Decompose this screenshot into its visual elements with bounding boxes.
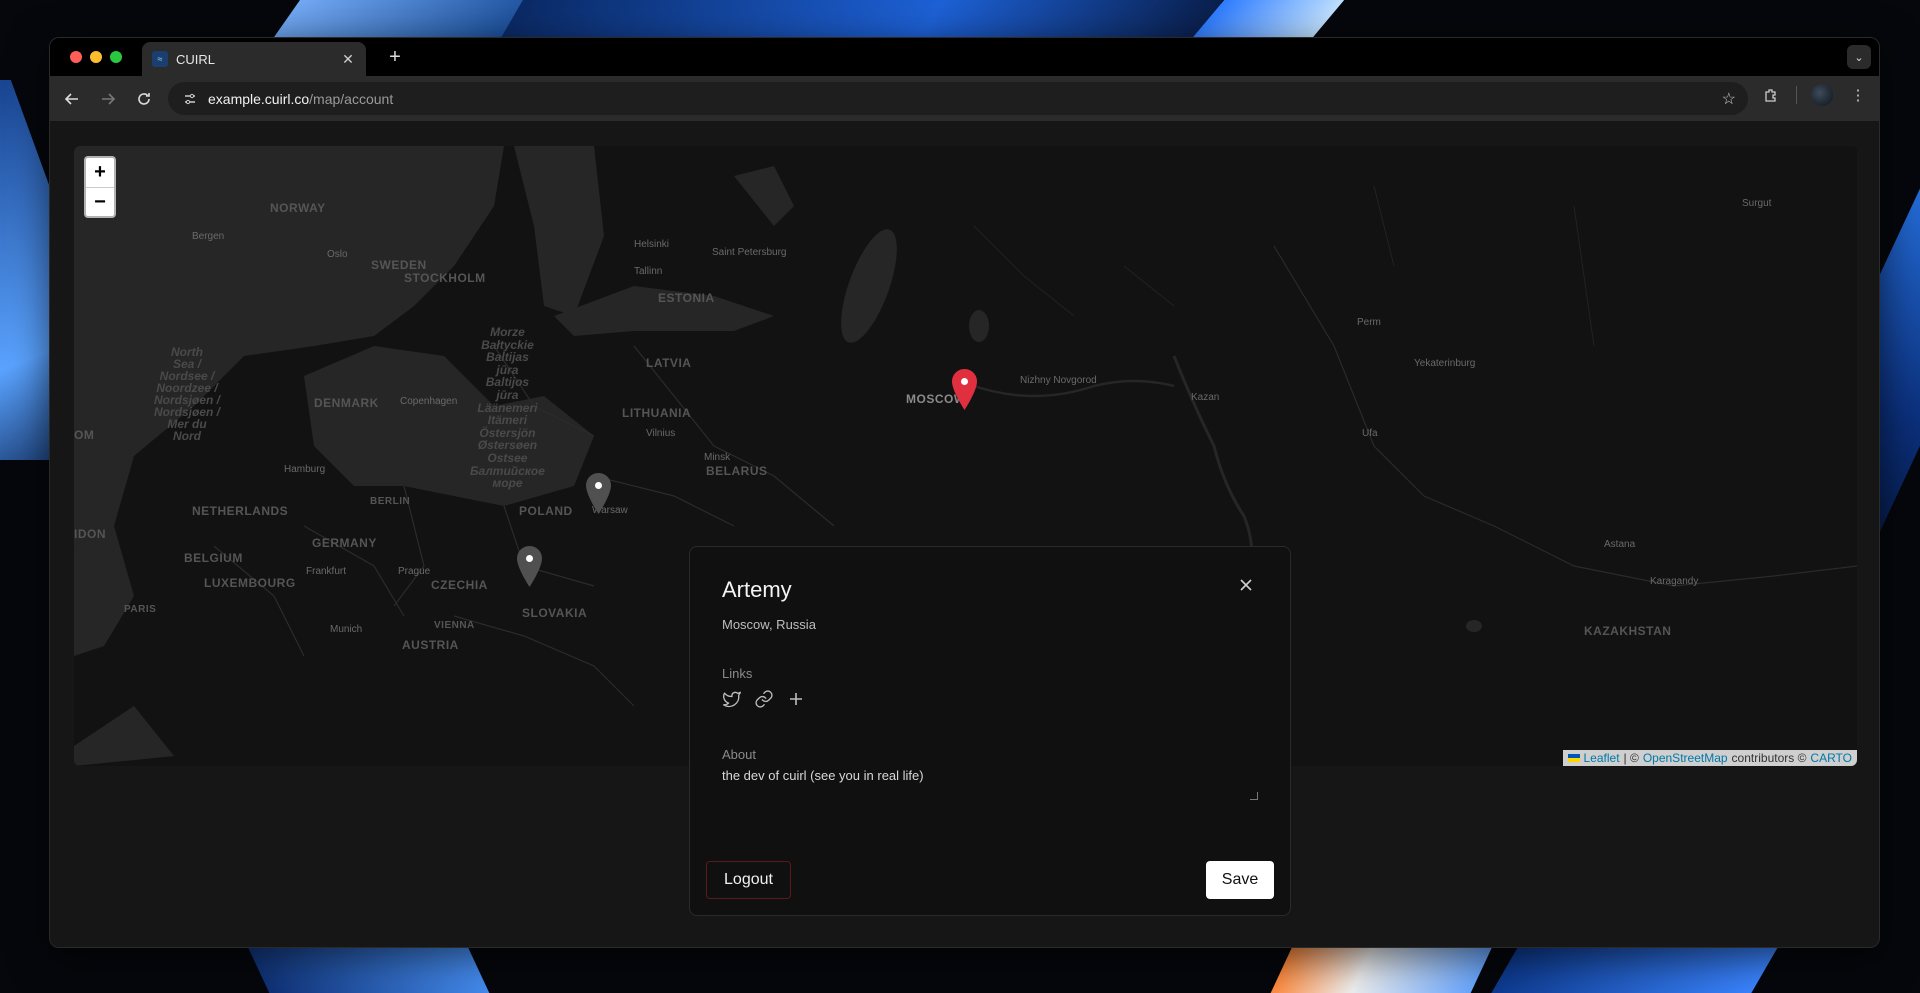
map-label: BELARUS [706,464,768,478]
map-label: CZECHIA [431,578,488,592]
back-arrow-icon[interactable] [58,85,86,113]
more-menu-icon[interactable]: ⋮ [1847,84,1869,106]
profile-location: Moscow, Russia [722,617,816,632]
map-label: LITHUANIA [622,406,692,420]
logout-button[interactable]: Logout [706,861,791,899]
save-button[interactable]: Save [1206,861,1274,899]
browser-tab[interactable]: ≈ CUIRL ✕ [142,42,366,76]
map-label: LUXEMBOURG [204,576,296,590]
add-link-plus-icon[interactable] [786,689,806,709]
zoom-in-button[interactable]: + [86,158,114,187]
map-label: STOCKHOLM [404,271,486,285]
map-label: Astana [1604,539,1636,550]
new-tab-button[interactable]: + [384,46,406,68]
map-label: Surgut [1742,198,1772,209]
tab-search-chevron-icon[interactable]: ⌄ [1847,45,1871,69]
maximize-window-button[interactable] [110,51,122,63]
map-label: ESTONIA [658,291,715,305]
map-attribution: Leaflet | © OpenStreetMap contributors ©… [1562,750,1857,766]
map-label: SLOVAKIA [522,606,588,620]
url-host: example.cuirl.co [208,90,310,107]
site-favicon-icon: ≈ [152,51,168,67]
forward-arrow-icon[interactable] [94,85,122,113]
map-label: Copenhagen [400,396,458,407]
twitter-icon[interactable] [722,689,742,709]
reload-icon[interactable] [130,85,158,113]
zoom-control: + − [84,156,116,218]
map-label: BERLIN [370,496,411,507]
window-controls [70,51,122,63]
map-label: LATVIA [646,356,692,370]
map-label: GERMANY [312,536,377,550]
map-label: Perm [1357,317,1381,328]
map-label: Yekaterinburg [1414,358,1476,369]
tab-bar: ≈ CUIRL ✕ + ⌄ [50,38,1879,76]
openstreetmap-link[interactable]: OpenStreetMap [1643,751,1728,765]
map-label: Oslo [327,249,348,260]
map-marker[interactable] [517,546,542,587]
ukraine-flag-icon [1567,754,1580,762]
browser-window: ≈ CUIRL ✕ + ⌄ example.cuirl.co /map/acco… [49,37,1880,948]
close-window-button[interactable] [70,51,82,63]
link-icon[interactable] [754,689,774,709]
map-label: OM [74,428,95,442]
map-label: Tallinn [634,266,663,277]
map-label: Hamburg [284,464,326,475]
map-label: NORWAY [270,201,326,215]
close-tab-icon[interactable]: ✕ [340,51,356,67]
map-label: KAZAKHSTAN [1584,624,1672,638]
map-label: Frankfurt [306,566,347,577]
about-label: About [722,747,756,762]
map-marker-moscow[interactable] [952,369,977,410]
site-settings-icon[interactable] [180,89,200,109]
map-marker[interactable] [586,473,611,514]
map-label: Vilnius [646,428,676,439]
map-label: NETHERLANDS [192,504,289,518]
map-label: AUSTRIA [402,638,459,652]
profile-modal: Artemy Moscow, Russia Links About the de… [689,546,1291,916]
map-label: Karagandy [1650,576,1699,587]
map-label: Saint Petersburg [712,247,787,258]
close-icon[interactable] [1238,577,1254,593]
textarea-resize-handle[interactable] [1250,792,1258,800]
browser-toolbar: example.cuirl.co /map/account ☆ ⋮ [50,76,1879,121]
map-label: North Sea / Nordsee / Noordzee / Nordsjø… [154,345,221,443]
zoom-out-button[interactable]: − [86,187,114,216]
map-label: Nizhny Novgorod [1020,375,1097,386]
bookmark-star-icon[interactable]: ☆ [1722,89,1736,109]
attribution-text: | © [1623,751,1639,765]
map-label: PARIS [124,604,157,615]
page-viewport: NORWAY SWEDEN STOCKHOLM ESTONIA LATVIA L… [50,121,1879,947]
leaflet-link[interactable]: Leaflet [1584,751,1620,765]
map-label: DENMARK [314,396,379,410]
minimize-window-button[interactable] [90,51,102,63]
map-label: Prague [398,566,431,577]
map-label: Morze Bałtyckie Baltijas jūra Baltijos j… [470,325,545,491]
map-label: Munich [330,624,363,635]
tab-title: CUIRL [176,51,216,67]
profile-name[interactable]: Artemy [722,577,1258,603]
profile-avatar[interactable] [1811,84,1833,106]
map-label: Minsk [704,452,731,463]
extensions-icon[interactable] [1760,84,1782,106]
map-label: Ufa [1362,428,1378,439]
links-row [722,689,1258,709]
url-path: /map/account [309,90,394,107]
about-textarea[interactable]: the dev of cuirl (see you in real life) [722,768,1260,804]
map-label: VIENNA [434,620,475,631]
map-label: Bergen [192,231,225,242]
attribution-text: contributors © [1731,751,1807,765]
map-label: POLAND [519,504,573,518]
map-label: IDON [74,527,106,541]
map-label: Helsinki [634,239,670,250]
map-label: BELGIUM [184,551,243,565]
address-bar[interactable]: example.cuirl.co /map/account ☆ [168,82,1748,115]
links-label: Links [722,666,753,681]
map-label: Kazan [1191,392,1220,403]
carto-link[interactable]: CARTO [1810,751,1852,765]
map-label: SWEDEN [371,258,427,272]
